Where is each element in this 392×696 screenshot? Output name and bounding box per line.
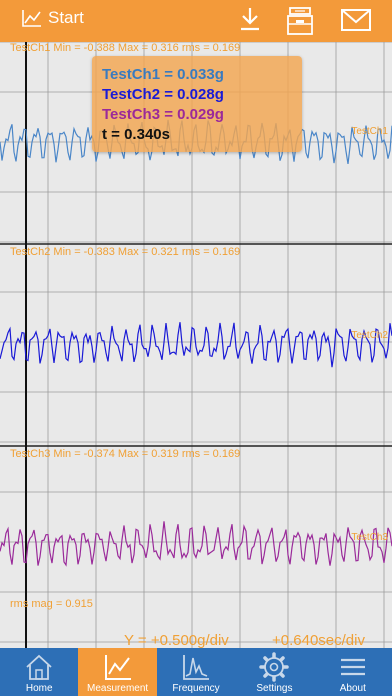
channel2-tag: TestCh2 — [351, 330, 388, 341]
tab-measurement[interactable]: Measurement — [78, 648, 157, 696]
readout-time: t = 0.340s — [102, 126, 170, 143]
tab-measurement-label: Measurement — [87, 683, 149, 694]
tab-settings[interactable]: Settings — [235, 648, 313, 696]
readout-ch1: TestCh1 = 0.033g — [102, 66, 224, 83]
gear-icon — [259, 652, 290, 682]
tab-frequency[interactable]: Frequency — [157, 648, 235, 696]
download-icon[interactable] — [238, 6, 262, 34]
x-scale-label[interactable]: +0.640sec/div — [272, 632, 365, 649]
start-button[interactable]: Start — [22, 8, 84, 28]
tab-about[interactable]: About — [314, 648, 392, 696]
rms-magnitude: rms mag = 0.915 — [10, 598, 93, 610]
chart-icon — [22, 10, 41, 27]
chart-icon — [104, 655, 131, 680]
y-scale-label[interactable]: Y = +0.500g/div — [124, 632, 229, 649]
tab-settings-label: Settings — [256, 683, 293, 694]
channel3-tag: TestCh3 — [351, 532, 388, 543]
readout-ch3: TestCh3 = 0.029g — [102, 106, 224, 123]
start-label: Start — [48, 8, 84, 27]
cursor-readout: TestCh1 = 0.033g TestCh2 = 0.028g TestCh… — [92, 56, 302, 152]
channel1-tag: TestCh1 — [351, 126, 388, 137]
list-icon — [340, 658, 365, 676]
spectrum-icon — [183, 655, 210, 680]
archive-icon[interactable] — [286, 6, 314, 36]
channel1-stats: TestCh1 Min = -0.388 Max = 0.316 rms = 0… — [10, 42, 241, 54]
readout-ch2: TestCh2 = 0.028g — [102, 86, 224, 103]
tab-bar: Home Measurement Frequency Settings Abou… — [0, 648, 392, 696]
channel3-waveform — [0, 521, 392, 567]
channel3-stats: TestCh3 Min = -0.374 Max = 0.319 rms = 0… — [10, 448, 241, 460]
tab-frequency-label: Frequency — [172, 683, 220, 694]
channel2-stats: TestCh2 Min = -0.383 Max = 0.321 rms = 0… — [10, 246, 241, 258]
home-icon — [26, 654, 52, 680]
tab-about-label: About — [339, 683, 366, 694]
mail-icon[interactable] — [340, 6, 372, 34]
channel2-waveform — [0, 322, 392, 368]
top-toolbar: Start — [0, 0, 392, 42]
tab-home[interactable]: Home — [0, 648, 78, 696]
scope-area[interactable]: TestCh1 Min = -0.388 Max = 0.316 rms = 0… — [0, 42, 392, 649]
tab-home-label: Home — [25, 683, 53, 694]
